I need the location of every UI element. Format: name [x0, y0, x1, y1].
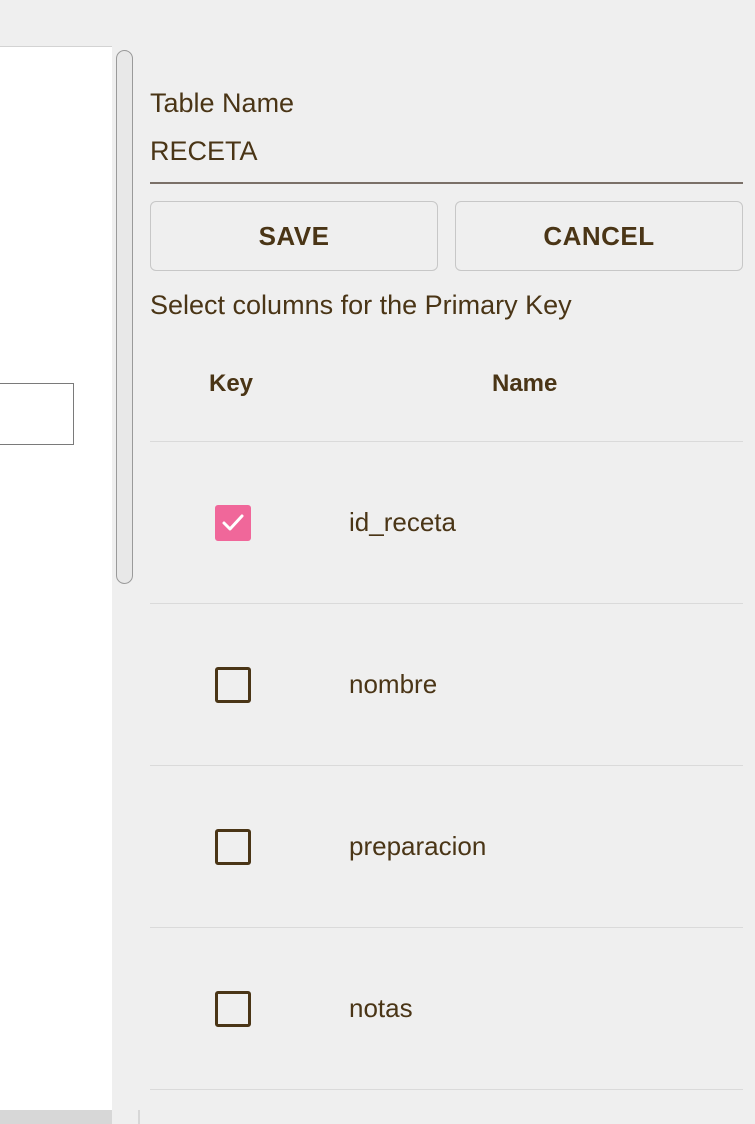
table-row: nombre [150, 604, 743, 766]
column-name: notas [349, 993, 413, 1023]
table-name-underline [150, 182, 743, 184]
table-name-label: Table Name [150, 88, 295, 118]
key-checkbox-id-receta[interactable] [215, 505, 251, 541]
column-name: preparacion [349, 831, 487, 861]
column-header-name: Name [492, 370, 558, 397]
checkmark-icon [222, 514, 244, 531]
column-name: nombre [349, 669, 438, 699]
row-divider [150, 1089, 743, 1090]
table-node-box[interactable] [0, 383, 74, 445]
diagram-canvas-panel[interactable] [0, 46, 113, 1111]
key-checkbox-preparacion[interactable] [215, 829, 251, 865]
table-name-input[interactable]: RECETA [150, 134, 258, 168]
table-row: notas [150, 928, 743, 1090]
primary-key-title: Select columns for the Primary Key [150, 290, 572, 320]
table-properties-panel: Table Name RECETA SAVE CANCEL Select col… [150, 0, 743, 1124]
key-checkbox-notas[interactable] [215, 991, 251, 1027]
table-row: id_receta [150, 442, 743, 604]
cancel-button[interactable]: CANCEL [455, 201, 743, 271]
key-checkbox-nombre[interactable] [215, 667, 251, 703]
scrollbar-thumb[interactable] [116, 50, 133, 584]
column-name: id_receta [349, 507, 456, 537]
save-button[interactable]: SAVE [150, 201, 438, 271]
table-row: preparacion [150, 766, 743, 928]
column-header-key: Key [209, 370, 254, 397]
